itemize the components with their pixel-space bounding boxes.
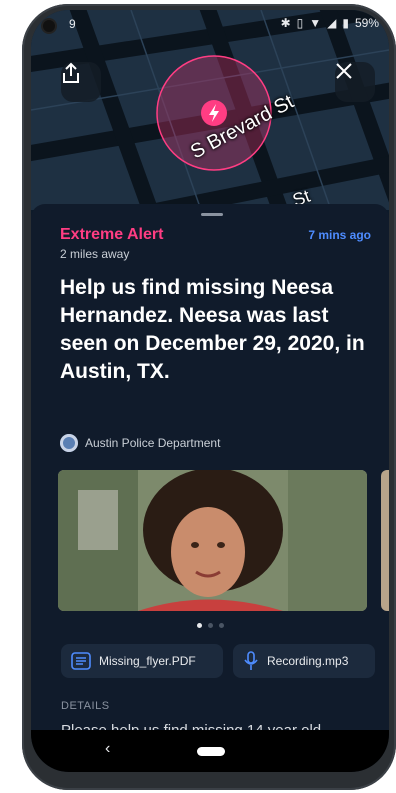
battery-icon: ▮ [342, 16, 349, 30]
phone-screen: S Brevard St St 9 ✱ ▯ ▼ ◢ ▮ 59% Extreme … [31, 10, 389, 772]
close-button[interactable] [335, 62, 375, 102]
share-icon [63, 62, 79, 83]
nav-back-icon[interactable]: ‹ [105, 740, 110, 758]
navigation-bar: ‹ [31, 730, 389, 772]
attachment-flyer-button[interactable]: Missing_flyer.PDF [61, 644, 223, 678]
bluetooth-icon: ✱ [280, 16, 291, 30]
close-icon [336, 63, 352, 79]
carousel-dots [197, 623, 224, 628]
signal-icon: ◢ [327, 16, 337, 30]
alert-sheet[interactable]: Extreme Alert 7 mins ago 2 miles away He… [31, 204, 389, 739]
alert-type: Extreme Alert [60, 226, 164, 243]
agency-name: Austin Police Department [85, 436, 221, 450]
wifi-icon: ▼ [309, 16, 322, 30]
document-icon [71, 652, 91, 670]
sheet-drag-handle[interactable] [201, 213, 223, 216]
map-streets [31, 10, 389, 210]
status-icons: ✱ ▯ ▼ ◢ ▮ 59% [281, 16, 379, 30]
carousel-dot [208, 623, 213, 628]
attachment-flyer-label: Missing_flyer.PDF [99, 654, 196, 668]
missing-person-photo[interactable] [58, 470, 367, 611]
map-view[interactable]: S Brevard St St 9 ✱ ▯ ▼ ◢ ▮ 59% [31, 10, 389, 210]
front-camera [43, 20, 55, 32]
details-heading: DETAILS [61, 700, 110, 712]
battery-percent: 59% [354, 16, 379, 30]
attachment-recording-label: Recording.mp3 [267, 654, 349, 668]
alert-distance: 2 miles away [60, 247, 130, 261]
alert-headline: Help us find missing Neesa Hernandez. Ne… [60, 276, 365, 383]
alert-marker-icon[interactable] [201, 100, 227, 126]
microphone-icon [244, 651, 258, 670]
next-photo-preview[interactable] [381, 470, 389, 611]
status-bar: 9 ✱ ▯ ▼ ◢ ▮ 59% [31, 10, 389, 36]
vibrate-icon: ▯ [296, 16, 304, 30]
agency-seal-icon [60, 434, 78, 452]
alert-time: 7 mins ago [308, 228, 371, 242]
attachment-recording-button[interactable]: Recording.mp3 [233, 644, 375, 678]
agency-row[interactable]: Austin Police Department [60, 434, 220, 452]
status-time: 9 [69, 17, 76, 31]
share-button[interactable] [61, 62, 101, 102]
carousel-dot [219, 623, 224, 628]
nav-home-icon[interactable] [197, 747, 225, 756]
carousel-dot-active [197, 623, 202, 628]
photo-image [58, 470, 367, 611]
